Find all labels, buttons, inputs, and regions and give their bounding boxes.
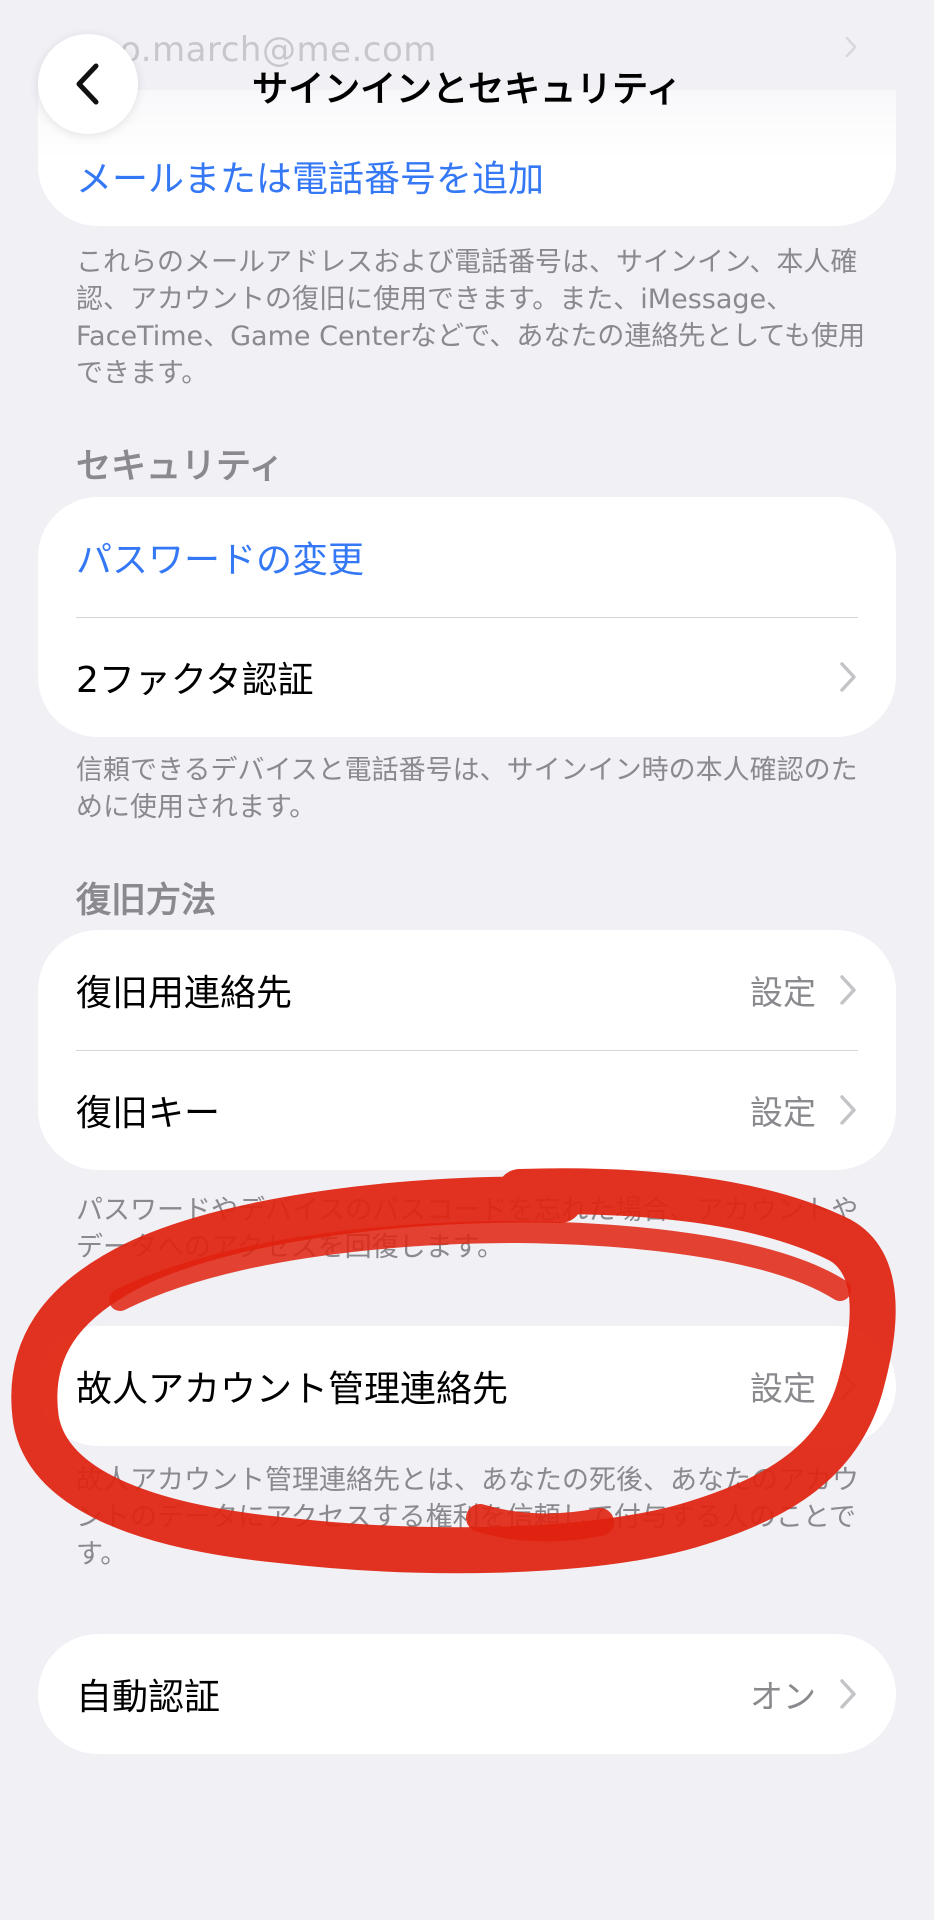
security-card: パスワードの変更 2ファクタ認証 (38, 497, 896, 737)
chevron-right-icon (840, 1095, 856, 1125)
legacy-card: 故人アカウント管理連絡先 設定 (38, 1326, 896, 1446)
auto-verify-value: オン (750, 1677, 816, 1716)
chevron-right-icon (845, 36, 857, 58)
security-footer: 信頼できるデバイスと電話番号は、サインイン時の本人確認のために使用されます。 (76, 755, 858, 823)
recovery-key-row[interactable]: 復旧キー 設定 (38, 1050, 896, 1170)
legacy-footer: 故人アカウント管理連絡先とは、あなたの死後、あなたのアカウントのデータにアクセス… (76, 1465, 859, 1570)
page-title: サインインとセキュリティ (252, 69, 682, 110)
emails-footer: これらのメールアドレスおよび電話番号は、サインイン、本人確認、アカウントの復旧に… (76, 247, 866, 389)
security-header: セキュリティ (76, 447, 284, 487)
change-password-label: パスワードの変更 (76, 540, 365, 581)
recovery-contacts-label: 復旧用連絡先 (76, 973, 293, 1014)
two-factor-label: 2ファクタ認証 (76, 660, 314, 701)
recovery-header: 復旧方法 (76, 881, 217, 921)
recovery-contacts-row[interactable]: 復旧用連絡先 設定 (38, 930, 896, 1050)
recovery-key-label: 復旧キー (76, 1093, 221, 1134)
legacy-contact-label: 故人アカウント管理連絡先 (76, 1369, 509, 1410)
chevron-right-icon (840, 1679, 856, 1709)
settings-screen: o.march@me.com メールまたは電話番号を追加 サインインとセキュリテ… (0, 0, 934, 1920)
recovery-footer: パスワードやデバイスのパスコードを忘れた場合、アカウントやデータへのアクセスを回… (76, 1195, 859, 1263)
recovery-key-value: 設定 (750, 1093, 816, 1132)
two-factor-row[interactable]: 2ファクタ認証 (38, 617, 896, 737)
add-email-label: メールまたは電話番号を追加 (76, 159, 545, 200)
auto-verify-row[interactable]: 自動認証 オン (38, 1634, 896, 1754)
recovery-contacts-value: 設定 (750, 973, 816, 1012)
legacy-contact-value: 設定 (750, 1369, 816, 1408)
change-password-row[interactable]: パスワードの変更 (38, 497, 896, 617)
chevron-right-icon (840, 1371, 856, 1401)
chevron-right-icon (840, 662, 856, 692)
recovery-card: 復旧用連絡先 設定 復旧キー 設定 (38, 930, 896, 1170)
chevron-right-icon (840, 975, 856, 1005)
auto-verify-card: 自動認証 オン (38, 1634, 896, 1754)
legacy-contact-row[interactable]: 故人アカウント管理連絡先 設定 (38, 1326, 896, 1446)
auto-verify-label: 自動認証 (76, 1677, 221, 1718)
